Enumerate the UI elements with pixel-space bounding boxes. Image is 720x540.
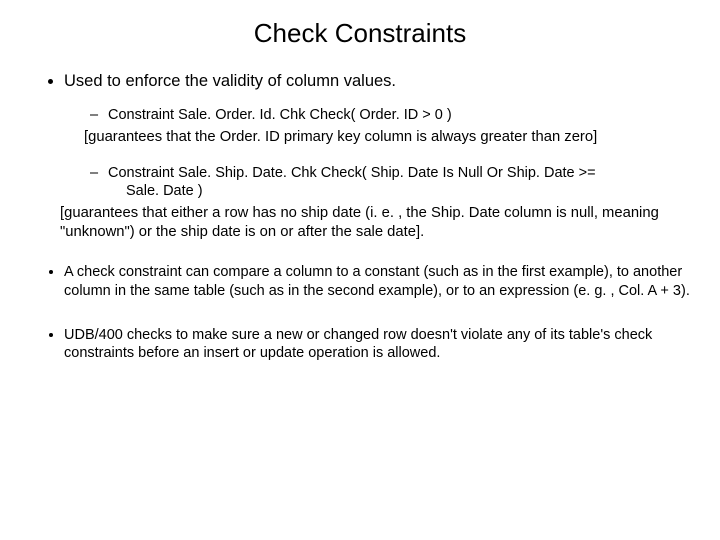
bullet-1-sub2: Constraint Sale. Ship. Date. Chk Check( … — [90, 164, 690, 200]
bullet-2-text: A check constraint can compare a column … — [64, 264, 690, 298]
slide-title: Check Constraints — [30, 18, 690, 49]
slide-container: Check Constraints Used to enforce the va… — [0, 0, 720, 540]
bullet-1-sub2-line2: Sale. Date ) — [108, 182, 690, 200]
bullet-1-note1: [guarantees that the Order. ID primary k… — [84, 128, 690, 146]
bullet-1-sub1: Constraint Sale. Order. Id. Chk Check( O… — [90, 106, 690, 124]
bullet-2: A check constraint can compare a column … — [64, 263, 690, 299]
bullet-1-sub1-text: Constraint Sale. Order. Id. Chk Check( O… — [108, 107, 452, 123]
bullet-3-text: UDB/400 checks to make sure a new or cha… — [64, 327, 652, 361]
bullet-list-level1: Used to enforce the validity of column v… — [30, 71, 690, 362]
bullet-1-sublist: Constraint Sale. Order. Id. Chk Check( O… — [64, 106, 690, 124]
bullet-1-sublist-2: Constraint Sale. Ship. Date. Chk Check( … — [64, 164, 690, 200]
bullet-1: Used to enforce the validity of column v… — [64, 71, 690, 241]
bullet-3: UDB/400 checks to make sure a new or cha… — [64, 326, 690, 362]
bullet-1-note2: [guarantees that either a row has no shi… — [60, 204, 690, 241]
bullet-1-text: Used to enforce the validity of column v… — [64, 72, 396, 90]
bullet-1-sub2-line1: Constraint Sale. Ship. Date. Chk Check( … — [108, 165, 596, 181]
